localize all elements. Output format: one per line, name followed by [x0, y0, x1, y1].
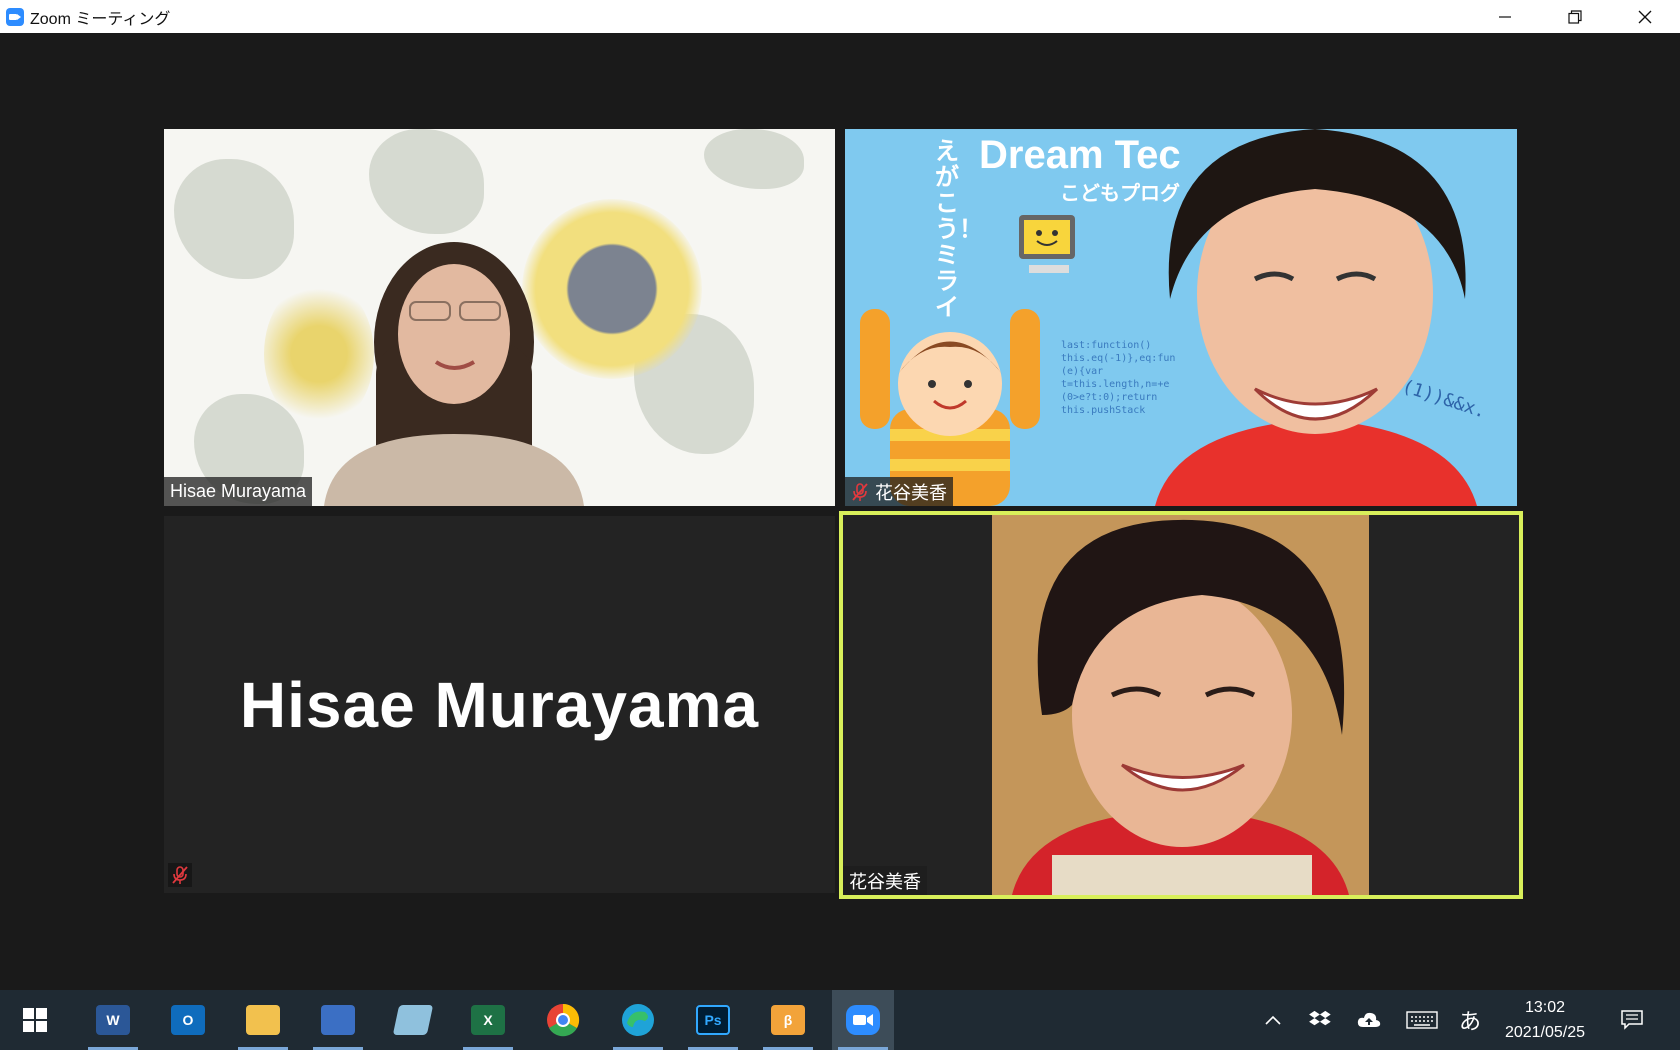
computer-illustration [1019, 215, 1075, 273]
close-icon [1638, 10, 1652, 23]
participant-name-tag: 花谷美香 [843, 866, 927, 895]
close-button[interactable] [1610, 0, 1680, 33]
restore-button[interactable] [1540, 0, 1610, 33]
restore-icon [1568, 9, 1582, 24]
leaf-decoration [369, 129, 484, 234]
taskbar-outlook[interactable]: O [157, 990, 219, 1050]
participant-video-person [1155, 129, 1477, 506]
zoom-icon [846, 1005, 880, 1035]
taskbar-photoshop[interactable]: Ps [682, 990, 744, 1050]
participant-name-tag: Hisae Murayama [164, 477, 313, 506]
participant-name: 花谷美香 [849, 871, 921, 892]
clock-time: 13:02 [1524, 999, 1566, 1016]
taskbar-mail[interactable] [307, 990, 369, 1050]
start-button[interactable] [4, 990, 66, 1050]
taskbar-notepad[interactable] [382, 990, 444, 1050]
tray-touch-keyboard[interactable] [1404, 990, 1440, 1050]
beta-app-icon: β [771, 1005, 805, 1035]
mute-indicator [168, 863, 192, 887]
minimize-icon [1499, 15, 1511, 18]
dropbox-icon [1309, 1010, 1331, 1026]
leaf-decoration [174, 159, 294, 279]
photoshop-icon: Ps [696, 1005, 730, 1035]
cloud-upload-icon [1357, 1012, 1381, 1027]
windows-logo-icon [23, 1008, 47, 1032]
video-tile-hanaya-active-speaker[interactable]: 花谷美香 [839, 511, 1523, 899]
edge-icon [622, 1004, 654, 1036]
keyboard-icon [1406, 1011, 1438, 1029]
participant-name-tag: 花谷美香 [845, 477, 953, 506]
child-illustration [860, 309, 1040, 506]
chrome-icon [547, 1003, 580, 1037]
video-tile-hanaya[interactable]: Dream Tec こどもプログ えがこう！ミライ last:function(… [845, 129, 1517, 506]
chevron-up-icon [1265, 1015, 1281, 1025]
tray-dropbox[interactable] [1305, 990, 1335, 1050]
taskbar-word[interactable]: W [82, 990, 144, 1050]
show-hidden-icons-button[interactable] [1258, 990, 1288, 1050]
notepad-icon [392, 1005, 434, 1035]
mail-icon [321, 1005, 355, 1035]
taskbar-beta-app[interactable]: β [757, 990, 819, 1050]
taskbar-chrome[interactable] [532, 990, 594, 1050]
leaf-decoration [704, 129, 804, 189]
microphone-muted-icon [852, 482, 868, 501]
video-tile-hisae[interactable]: Hisae Murayama [164, 129, 835, 506]
taskbar-clock[interactable]: 13:02 2021/05/25 [1490, 995, 1600, 1045]
camera-icon [853, 1014, 873, 1026]
video-tile-hisae-no-video[interactable]: Hisae Murayama [164, 516, 835, 893]
participant-video-person [324, 242, 584, 506]
window-title: Zoom ミーティング [30, 10, 171, 28]
outlook-icon: O [171, 1005, 205, 1035]
taskbar-file-explorer[interactable] [232, 990, 294, 1050]
notification-icon [1621, 1010, 1643, 1030]
microphone-muted-icon [172, 866, 188, 884]
ime-indicator[interactable]: あ [1455, 990, 1485, 1050]
participant-video-person [992, 515, 1369, 895]
tray-cloud[interactable] [1354, 990, 1384, 1050]
zoom-app-icon [6, 7, 24, 26]
action-center-button[interactable] [1612, 990, 1652, 1050]
clock-date: 2021/05/25 [1504, 1024, 1586, 1041]
minimize-button[interactable] [1470, 0, 1540, 33]
participant-display-name: Hisae Murayama [239, 668, 760, 741]
title-bar: Zoom ミーティング [0, 0, 1680, 33]
taskbar-edge[interactable] [607, 990, 669, 1050]
word-icon: W [96, 1005, 130, 1035]
excel-icon: X [471, 1005, 505, 1035]
taskbar-zoom[interactable] [832, 990, 894, 1050]
folder-icon [246, 1005, 280, 1035]
window-controls [1470, 0, 1680, 33]
participant-name: 花谷美香 [875, 482, 947, 503]
participant-name: Hisae Murayama [170, 481, 307, 501]
taskbar-excel[interactable]: X [457, 990, 519, 1050]
